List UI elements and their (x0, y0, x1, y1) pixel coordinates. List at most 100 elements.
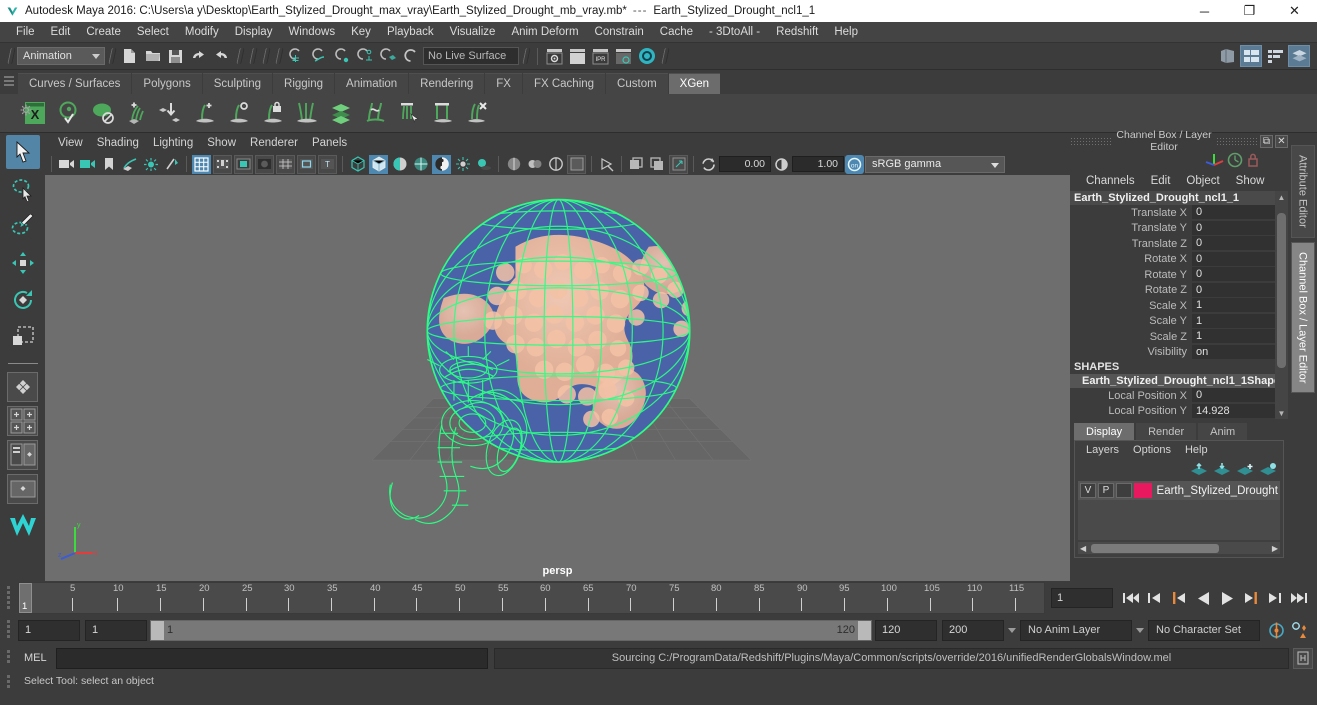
xgen-import-collection-icon[interactable] (154, 96, 188, 130)
status-divider-6[interactable] (521, 47, 530, 65)
channel-row-rotate-z[interactable]: Rotate Z 0 (1070, 282, 1275, 299)
grab-render-icon[interactable] (669, 154, 688, 174)
viewport-menu-show[interactable]: Show (200, 136, 243, 150)
channel-value[interactable]: on (1192, 344, 1275, 360)
channel-value[interactable]: 0 (1192, 205, 1275, 221)
scrollbar-thumb[interactable] (1277, 213, 1286, 368)
layer-menu-options[interactable]: Options (1126, 444, 1178, 456)
play-backwards-icon[interactable] (1191, 586, 1215, 610)
layer-playback-toggle[interactable]: P (1097, 483, 1114, 498)
new-layer-icon[interactable] (1236, 462, 1254, 477)
layer-color-swatch[interactable] (1133, 483, 1152, 498)
gear-icon[interactable] (20, 104, 32, 116)
ipr-render-icon[interactable] (566, 45, 589, 68)
image-plane-icon[interactable] (120, 155, 139, 174)
scale-tool[interactable] (6, 320, 40, 354)
timeline-track[interactable]: 5 10 15 20 25 30 35 40 45 50 55 60 65 70… (18, 582, 1045, 614)
maximize-button[interactable]: ❐ (1227, 0, 1272, 22)
save-scene-icon[interactable] (164, 45, 187, 68)
xgen-groom-add-icon[interactable] (188, 96, 222, 130)
undo-icon[interactable] (187, 45, 210, 68)
xray-icon[interactable] (504, 155, 523, 174)
status-divider-3[interactable] (248, 47, 257, 65)
channel-value[interactable]: 1 (1192, 298, 1275, 314)
scroll-right-icon[interactable]: ▶ (1270, 544, 1280, 553)
color-management-toggle-icon[interactable]: on (845, 154, 864, 174)
four-view-layout[interactable] (7, 406, 38, 436)
select-tool[interactable] (5, 135, 40, 169)
status-divider-2[interactable] (235, 47, 244, 65)
xgen-groom-modifier-icon[interactable] (222, 96, 256, 130)
play-forwards-icon[interactable] (1215, 586, 1239, 610)
toggle-attribute-editor-icon[interactable] (1216, 45, 1238, 67)
menu-cache[interactable]: Cache (652, 24, 701, 40)
range-start-handle[interactable] (151, 620, 164, 640)
time-slider-grip[interactable] (0, 582, 18, 614)
lasso-select-tool[interactable] (6, 172, 40, 206)
channel-value[interactable]: 0 (1192, 388, 1275, 404)
animation-preferences-icon[interactable] (1288, 618, 1312, 642)
layer-row[interactable]: V P Earth_Stylized_Drought (1078, 481, 1280, 500)
viewport-menu-renderer[interactable]: Renderer (243, 136, 305, 150)
menu-anim-deform[interactable]: Anim Deform (503, 24, 586, 40)
status-divider-5[interactable] (274, 47, 283, 65)
minimize-button[interactable]: ─ (1182, 0, 1227, 22)
xgen-noise-icon[interactable] (358, 96, 392, 130)
xgen-comb-icon[interactable] (290, 96, 324, 130)
menu-3dtoall[interactable]: - 3DtoAll - (701, 24, 768, 40)
xgen-disable-preview-icon[interactable] (86, 96, 120, 130)
shelf-tab-sculpting[interactable]: Sculpting (202, 73, 273, 94)
script-editor-icon[interactable] (1293, 647, 1313, 669)
two-sided-lighting-icon[interactable] (141, 155, 160, 174)
viewport-menu-shading[interactable]: Shading (90, 136, 146, 150)
character-set-dropdown[interactable]: No Character Set (1148, 619, 1260, 641)
viewport-menu-lighting[interactable]: Lighting (146, 136, 200, 150)
layer-menu-help[interactable]: Help (1178, 444, 1215, 456)
step-forward-key-icon[interactable] (1239, 586, 1263, 610)
anim-start-field[interactable]: 1 (18, 619, 80, 641)
render-view-icon[interactable] (635, 45, 658, 68)
range-start-field[interactable]: 1 (85, 619, 147, 641)
paint-select-tool[interactable] (6, 209, 40, 243)
safe-title-icon[interactable]: T (318, 154, 337, 174)
step-forward-frame-icon[interactable] (1263, 586, 1287, 610)
close-button[interactable]: ✕ (1272, 0, 1317, 22)
layer-tab-anim[interactable]: Anim (1198, 423, 1248, 440)
menu-select[interactable]: Select (129, 24, 177, 40)
rotate-tool[interactable] (6, 283, 40, 317)
channel-value[interactable]: 0 (1192, 236, 1275, 252)
make-live-icon[interactable] (400, 45, 423, 68)
snap-to-curve-icon[interactable] (308, 45, 331, 68)
channel-value[interactable]: 14.928 (1192, 403, 1275, 419)
menu-display[interactable]: Display (227, 24, 281, 40)
anim-layer-dropdown-arrow-icon[interactable] (1132, 620, 1148, 641)
xgen-add-description-icon[interactable] (120, 96, 154, 130)
redo-icon[interactable] (210, 45, 233, 68)
shelf-tab-polygons[interactable]: Polygons (132, 73, 202, 94)
select-camera-icon[interactable] (57, 155, 76, 174)
shelf-tab-xgen[interactable]: XGen (668, 73, 721, 94)
shelf-tab-animation[interactable]: Animation (335, 73, 409, 94)
channel-row-translate-z[interactable]: Translate Z 0 (1070, 236, 1275, 252)
isolate-select-icon[interactable] (546, 155, 565, 174)
wireframe-on-shaded-icon[interactable] (411, 155, 430, 174)
channel-value[interactable]: 1 (1192, 329, 1275, 345)
viewport-menu-view[interactable]: View (51, 136, 90, 150)
wireframe-icon[interactable] (348, 155, 367, 174)
status-divider-0[interactable] (6, 47, 15, 65)
snap-to-projected-center-icon[interactable] (354, 45, 377, 68)
snap-to-view-plane-icon[interactable] (377, 45, 400, 68)
shelf-grip-icon[interactable] (4, 76, 14, 86)
channel-value[interactable]: 0 (1192, 267, 1275, 283)
range-dropdown-arrow-icon[interactable] (1004, 620, 1020, 641)
channel-row-rotate-x[interactable]: Rotate X 0 (1070, 251, 1275, 268)
film-gate-icon[interactable] (213, 154, 232, 174)
channel-menu-edit[interactable]: Edit (1143, 174, 1179, 188)
viewport-settings-icon[interactable] (597, 155, 616, 174)
gamma-icon[interactable] (772, 155, 791, 174)
channel-row-visibility[interactable]: Visibility on (1070, 344, 1275, 361)
go-to-end-icon[interactable] (1287, 586, 1311, 610)
xgen-density-paint-icon[interactable] (392, 96, 426, 130)
shelf-tab-fx[interactable]: FX (485, 73, 522, 94)
copy-render-icon[interactable] (627, 155, 646, 174)
